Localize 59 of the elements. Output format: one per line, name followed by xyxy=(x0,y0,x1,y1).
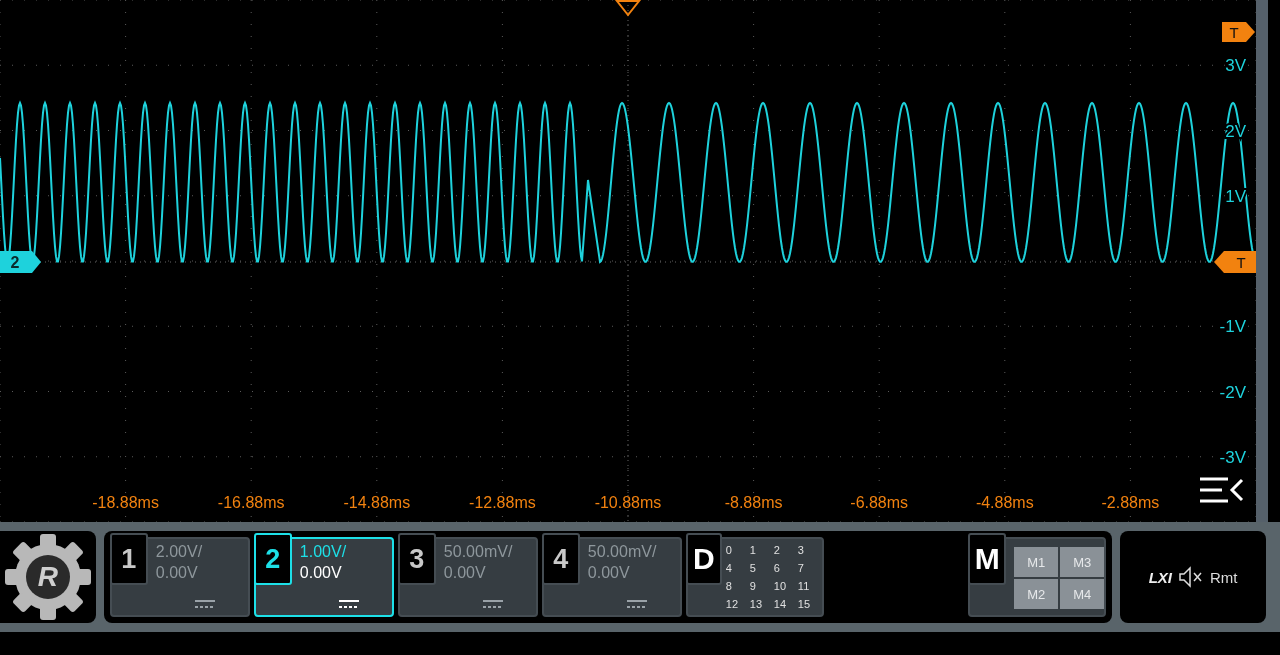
channel-number: 3 xyxy=(409,543,425,575)
trigger-level-marker[interactable]: T xyxy=(1214,251,1256,273)
digital-bit-number: 0 xyxy=(725,543,733,558)
digital-bit-number: 15 xyxy=(797,597,812,612)
digital-bit-number: 12 xyxy=(725,597,740,612)
digital-bit-number: 1 xyxy=(749,543,757,558)
digital-bit-number: 7 xyxy=(797,561,805,576)
time-axis-label: -18.88ms xyxy=(92,494,159,511)
time-axis-label: -16.88ms xyxy=(217,494,285,511)
digital-bit-number: 4 xyxy=(725,561,733,576)
digital-bit-number: 8 xyxy=(725,579,733,594)
channel-offset: 0.00V xyxy=(155,564,199,582)
remote-status: Rmt xyxy=(1210,568,1238,586)
trigger-position-icon xyxy=(614,0,642,17)
digital-bit-number: 9 xyxy=(749,579,757,594)
dc-coupling-icon xyxy=(481,599,504,609)
digital-bit-number: 5 xyxy=(749,561,757,576)
voltage-axis-label: -1V xyxy=(1219,317,1246,337)
digital-bit-number: 13 xyxy=(749,597,764,612)
time-axis-label: -8.88ms xyxy=(724,494,783,511)
channel-number: 1 xyxy=(121,543,137,575)
lxi-status: LXI xyxy=(1148,568,1173,586)
channel-scale: 2.00V/ xyxy=(155,543,203,561)
logo-button[interactable]: R xyxy=(0,531,96,623)
voltage-axis-label: -3V xyxy=(1219,447,1246,467)
voltage-axis-label: 1V xyxy=(1225,186,1246,206)
trigger-level-marker[interactable]: T xyxy=(1222,22,1255,42)
gear-logo-icon xyxy=(3,533,92,621)
voltage-axis-label: 3V xyxy=(1225,56,1246,76)
digital-bit-number: 11 xyxy=(797,579,811,594)
dc-coupling-icon xyxy=(337,599,360,609)
time-axis-label: -14.88ms xyxy=(343,494,411,511)
time-axis-label: -12.88ms xyxy=(469,494,536,511)
time-axis-label: -6.88ms xyxy=(850,494,909,511)
channel-offset: 0.00V xyxy=(587,564,631,582)
math-label: M xyxy=(974,542,1000,576)
dc-coupling-icon xyxy=(193,599,216,609)
digital-label: D xyxy=(693,542,715,576)
logo-letter: R xyxy=(37,561,59,593)
channel-offset-marker[interactable]: 2 xyxy=(0,251,41,273)
voltage-axis-label: -2V xyxy=(1219,382,1246,402)
channel-scale: 50.00mV/ xyxy=(443,543,513,561)
digital-bit-number: 6 xyxy=(773,561,781,576)
channel-offset: 0.00V xyxy=(299,564,343,582)
time-axis-label: -4.88ms xyxy=(975,494,1034,511)
channel-scale: 50.00mV/ xyxy=(587,543,657,561)
channel-scale: 1.00V/ xyxy=(299,543,347,561)
digital-bit-number: 3 xyxy=(797,543,805,558)
time-axis-label: -10.88ms xyxy=(594,494,662,511)
dc-coupling-icon xyxy=(625,599,648,609)
digital-bit-number: 10 xyxy=(773,579,788,594)
menu-collapse-icon[interactable] xyxy=(1200,477,1244,503)
digital-bit-number: 2 xyxy=(773,543,781,558)
channel-number: 2 xyxy=(265,543,281,575)
channel-number: 4 xyxy=(553,543,569,575)
time-axis-label: -2.88ms xyxy=(1101,494,1160,511)
channel-offset: 0.00V xyxy=(443,564,487,582)
digital-bit-number: 14 xyxy=(773,597,788,612)
speaker-mute-icon[interactable] xyxy=(1178,566,1205,588)
